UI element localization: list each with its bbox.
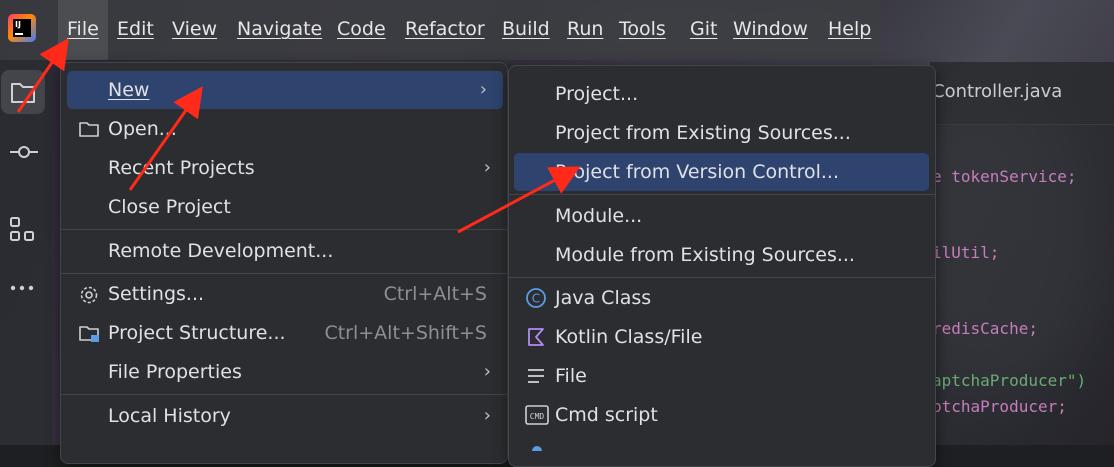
menu-view[interactable]: View (172, 18, 217, 40)
menu-item-label: New (108, 79, 150, 101)
menu-item-label: Open... (108, 118, 177, 140)
menu-help[interactable]: Help (828, 18, 871, 40)
intellij-logo-icon[interactable]: IJ (8, 14, 36, 42)
cmd-script-icon: CMD (525, 405, 549, 425)
menu-item-file-properties[interactable]: File Properties › (61, 353, 507, 391)
menu-refactor[interactable]: Refactor (405, 18, 485, 40)
menu-item-remote-development[interactable]: Remote Development... (61, 232, 507, 270)
svg-text:CMD: CMD (530, 412, 545, 421)
menu-item-recent-projects[interactable]: Recent Projects › (61, 149, 507, 187)
menu-window[interactable]: Window (733, 18, 808, 40)
menu-item-project-version-control[interactable]: Project from Version Control... (514, 153, 929, 191)
code-line: ptchaProducer; (932, 397, 1067, 416)
menu-item-label: Project Structure... (108, 322, 286, 344)
menu-code[interactable]: Code (337, 18, 386, 40)
code-line: redisCache; (932, 319, 1038, 338)
submenu-arrow-icon: › (483, 405, 491, 426)
partial-item-icon (532, 446, 542, 451)
menu-item-java-class[interactable]: C Java Class (509, 279, 935, 317)
code-line: e tokenService; (932, 167, 1077, 186)
folder-icon (11, 83, 35, 103)
kotlin-icon (528, 328, 544, 346)
shortcut-label: Ctrl+Alt+S (383, 283, 487, 305)
menu-item-label: Close Project (108, 196, 231, 218)
more-icon[interactable] (8, 280, 38, 296)
shortcut-label: Ctrl+Alt+Shift+S (324, 322, 487, 344)
menu-item-close-project[interactable]: Close Project (61, 188, 507, 226)
menu-run[interactable]: Run (567, 18, 603, 40)
commit-icon[interactable] (6, 138, 42, 166)
menu-item-label: Project from Existing Sources... (555, 122, 851, 144)
tool-window-strip (0, 60, 52, 445)
menu-item-settings[interactable]: Settings... Ctrl+Alt+S (61, 275, 507, 313)
code-line: ilUtil; (932, 243, 1000, 262)
menu-file[interactable]: File (67, 18, 99, 40)
menu-item-cmd-script[interactable]: CMD Cmd script (509, 396, 935, 434)
menu-item-label: File (555, 365, 587, 387)
code-line: aptchaProducer") (932, 371, 1087, 390)
submenu-arrow-icon: › (483, 157, 491, 178)
file-text-icon (528, 369, 544, 383)
menu-item-project-existing-sources[interactable]: Project from Existing Sources... (509, 114, 935, 152)
menu-separator (61, 229, 507, 230)
menu-item-label: Module... (555, 205, 643, 227)
menu-separator (509, 277, 935, 278)
menu-item-project[interactable]: Project... (509, 75, 935, 113)
menu-item-project-structure[interactable]: Project Structure... Ctrl+Alt+Shift+S (61, 314, 507, 352)
menu-item-module[interactable]: Module... (509, 197, 935, 235)
menu-git[interactable]: Git (690, 18, 717, 40)
submenu-arrow-icon: › (479, 79, 487, 100)
menu-build[interactable]: Build (502, 18, 550, 40)
gear-icon (80, 286, 98, 304)
menu-item-file[interactable]: File (509, 357, 935, 395)
menu-item-label: Remote Development... (108, 240, 334, 262)
project-tool-button[interactable] (1, 70, 45, 114)
menu-tools[interactable]: Tools (619, 18, 666, 40)
menu-item-label: Java Class (555, 287, 652, 309)
menu-item-new[interactable]: New › (67, 71, 503, 109)
menu-item-local-history[interactable]: Local History › (61, 397, 507, 435)
menu-item-label: Project from Version Control... (555, 161, 840, 183)
menu-navigate[interactable]: Navigate (237, 18, 322, 40)
project-structure-icon (79, 326, 99, 342)
new-submenu: Project... Project from Existing Sources… (508, 65, 936, 467)
structure-icon[interactable] (8, 215, 38, 245)
java-class-icon: C (526, 288, 546, 308)
menu-item-label: Module from Existing Sources... (555, 244, 855, 266)
menu-item-label: Local History (108, 405, 231, 427)
submenu-arrow-icon: › (483, 361, 491, 382)
menu-item-label: Cmd script (555, 404, 658, 426)
menu-edit[interactable]: Edit (117, 18, 154, 40)
file-menu: New › Open... Recent Projects › Close Pr… (60, 62, 508, 464)
menu-separator (509, 194, 935, 195)
menu-separator (61, 394, 507, 395)
menu-item-label: Recent Projects (108, 157, 255, 179)
editor-tab-title[interactable]: Controller.java (932, 81, 1062, 102)
menu-item-label: File Properties (108, 361, 242, 383)
menu-item-label: Project... (555, 83, 639, 105)
menu-item-label: Kotlin Class/File (555, 326, 703, 348)
menu-item-kotlin-class[interactable]: Kotlin Class/File (509, 318, 935, 356)
menu-separator (61, 273, 507, 274)
menu-item-module-existing-sources[interactable]: Module from Existing Sources... (509, 236, 935, 274)
menu-item-open[interactable]: Open... (61, 110, 507, 148)
folder-icon (79, 122, 99, 137)
menu-item-label: Settings... (108, 283, 205, 305)
svg-text:C: C (532, 292, 540, 306)
